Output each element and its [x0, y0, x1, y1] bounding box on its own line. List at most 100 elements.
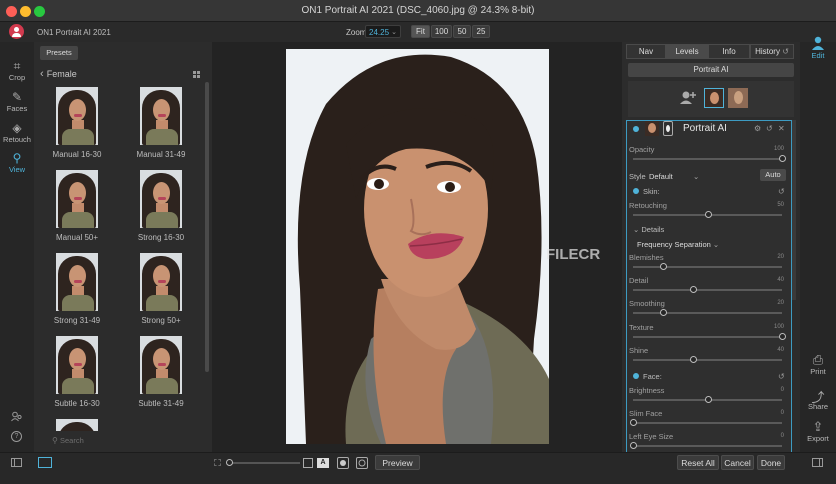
detail-slider[interactable] [633, 289, 782, 291]
reset-face-icon[interactable]: ↺ [778, 372, 785, 381]
reset-all-button[interactable]: Reset All [677, 455, 719, 470]
print-icon: ⎙ [812, 352, 824, 367]
module-scrollbar[interactable] [792, 120, 796, 300]
preset-thumbnail[interactable] [56, 170, 98, 228]
tool-view[interactable]: ⚲ View [0, 151, 34, 174]
auto-button[interactable]: Auto [760, 169, 786, 181]
portrait-ai-button[interactable]: Portrait AI [628, 63, 794, 77]
tab-info[interactable]: Info [708, 44, 750, 59]
search-icon: ⚲ [52, 436, 58, 445]
tab-history[interactable]: History ↺ [750, 44, 794, 59]
reset-module-icon[interactable]: ↺ [766, 124, 773, 133]
export-icon: ⇪ [812, 419, 824, 434]
zoom-25-button[interactable]: 25 [472, 25, 490, 38]
skin-enable-toggle[interactable] [633, 188, 639, 194]
blemishes-slider[interactable] [633, 266, 782, 268]
slim-face-slider[interactable] [633, 422, 782, 424]
zoom-100-button[interactable]: 100 [431, 25, 452, 38]
tool-label: Edit [811, 51, 825, 60]
slim-face-slider-knob[interactable] [630, 419, 637, 426]
preview-button[interactable]: Preview [375, 455, 420, 470]
tool-crop[interactable]: ⌗ Crop [0, 59, 34, 82]
preset-thumbnail[interactable] [140, 336, 182, 394]
details-toggle[interactable]: ⌄ Details [633, 225, 664, 234]
separation-mode-select[interactable]: Frequency Separation ⌄ [637, 240, 719, 249]
tool-print[interactable]: ⎙ Print [800, 352, 836, 376]
zoom-50-button[interactable]: 50 [453, 25, 471, 38]
preset-thumbnail[interactable] [56, 336, 98, 394]
shine-slider-knob[interactable] [689, 356, 697, 363]
face-thumb-selected[interactable] [704, 88, 724, 108]
mask-icon[interactable] [663, 121, 673, 136]
preset-thumbnail[interactable] [140, 253, 182, 311]
presets-tab[interactable]: Presets [40, 46, 78, 60]
left-eye-size-slider[interactable] [633, 445, 782, 447]
opacity-slider[interactable] [633, 158, 782, 160]
skin-section-label: Skin: [643, 187, 660, 196]
tool-edit[interactable]: Edit [800, 36, 836, 60]
breadcrumb[interactable]: ‹ Female [40, 68, 77, 80]
slim-face-value: 0 [780, 410, 784, 416]
zoom-fit-button[interactable]: Fit [411, 25, 430, 38]
zoom-slider-knob[interactable] [226, 459, 233, 466]
face-mini-thumb [645, 121, 659, 136]
app-logo-icon[interactable] [9, 24, 24, 39]
tab-nav[interactable]: Nav [626, 44, 666, 59]
people-icon[interactable] [11, 411, 22, 422]
reset-skin-icon[interactable]: ↺ [778, 187, 785, 196]
mask-view-icon[interactable] [337, 457, 349, 469]
toggle-right-panel-icon[interactable] [812, 458, 823, 467]
preset-label: Strong 50+ [141, 316, 181, 325]
tool-export[interactable]: ⇪ Export [800, 419, 836, 443]
tool-faces[interactable]: ✎ Faces [0, 90, 34, 113]
face-enable-toggle[interactable] [633, 373, 639, 379]
add-face-icon[interactable] [679, 90, 696, 105]
tool-share[interactable]: ⤴ Share [800, 387, 836, 411]
portrait-photo[interactable] [286, 49, 549, 444]
smoothing-label: Smoothing [629, 299, 665, 308]
face-thumb[interactable] [728, 88, 748, 108]
texture-slider-knob[interactable] [779, 333, 786, 340]
zoom-label: Zoom [346, 28, 367, 37]
preset-search-input[interactable]: Search [60, 436, 84, 445]
tab-levels[interactable]: Levels [666, 44, 708, 59]
left-eye-size-label: Left Eye Size [629, 432, 674, 441]
cancel-button[interactable]: Cancel [721, 455, 754, 470]
help-icon[interactable]: ? [11, 431, 22, 442]
preset-thumbnail[interactable] [56, 419, 98, 431]
smoothing-slider-knob[interactable] [659, 309, 667, 316]
texture-slider[interactable] [633, 336, 782, 338]
zoom-slider-track[interactable] [230, 462, 300, 464]
close-module-icon[interactable]: ✕ [778, 124, 785, 133]
opacity-slider-knob[interactable] [779, 155, 786, 162]
shine-slider[interactable] [633, 359, 782, 361]
faces-icon: ✎ [11, 90, 23, 104]
detail-slider-knob[interactable] [689, 286, 697, 293]
left-eye-size-slider-knob[interactable] [630, 442, 637, 449]
text-overlay-icon[interactable]: A [317, 458, 329, 468]
face-detect-icon[interactable] [356, 457, 368, 469]
toggle-left-panel-icon[interactable] [11, 458, 22, 467]
zoom-field[interactable]: 24.25 ⌄ [365, 25, 401, 38]
shine-label: Shine [629, 346, 649, 355]
module-enable-toggle[interactable] [633, 126, 639, 132]
retouching-slider-knob[interactable] [704, 211, 712, 218]
settings-icon[interactable]: ⚙ [754, 124, 761, 133]
done-button[interactable]: Done [757, 455, 785, 470]
preset-thumbnail[interactable] [140, 87, 182, 145]
smoothing-slider[interactable] [633, 312, 782, 314]
opacity-label: Opacity [629, 145, 655, 154]
style-value: Default [649, 172, 673, 181]
single-view-icon[interactable] [38, 457, 52, 468]
presets-scrollbar[interactable] [205, 82, 209, 372]
preset-thumbnail[interactable] [56, 87, 98, 145]
tool-retouch[interactable]: ◈ Retouch [0, 121, 34, 144]
grid-view-icon[interactable] [193, 71, 200, 78]
compare-square-icon[interactable] [303, 458, 313, 468]
blemishes-slider-knob[interactable] [659, 263, 667, 270]
style-select[interactable]: Default ⌄ [649, 172, 699, 181]
small-zoom-icon [214, 459, 221, 466]
brightness-slider-knob[interactable] [704, 396, 712, 403]
preset-thumbnail[interactable] [56, 253, 98, 311]
preset-thumbnail[interactable] [140, 170, 182, 228]
